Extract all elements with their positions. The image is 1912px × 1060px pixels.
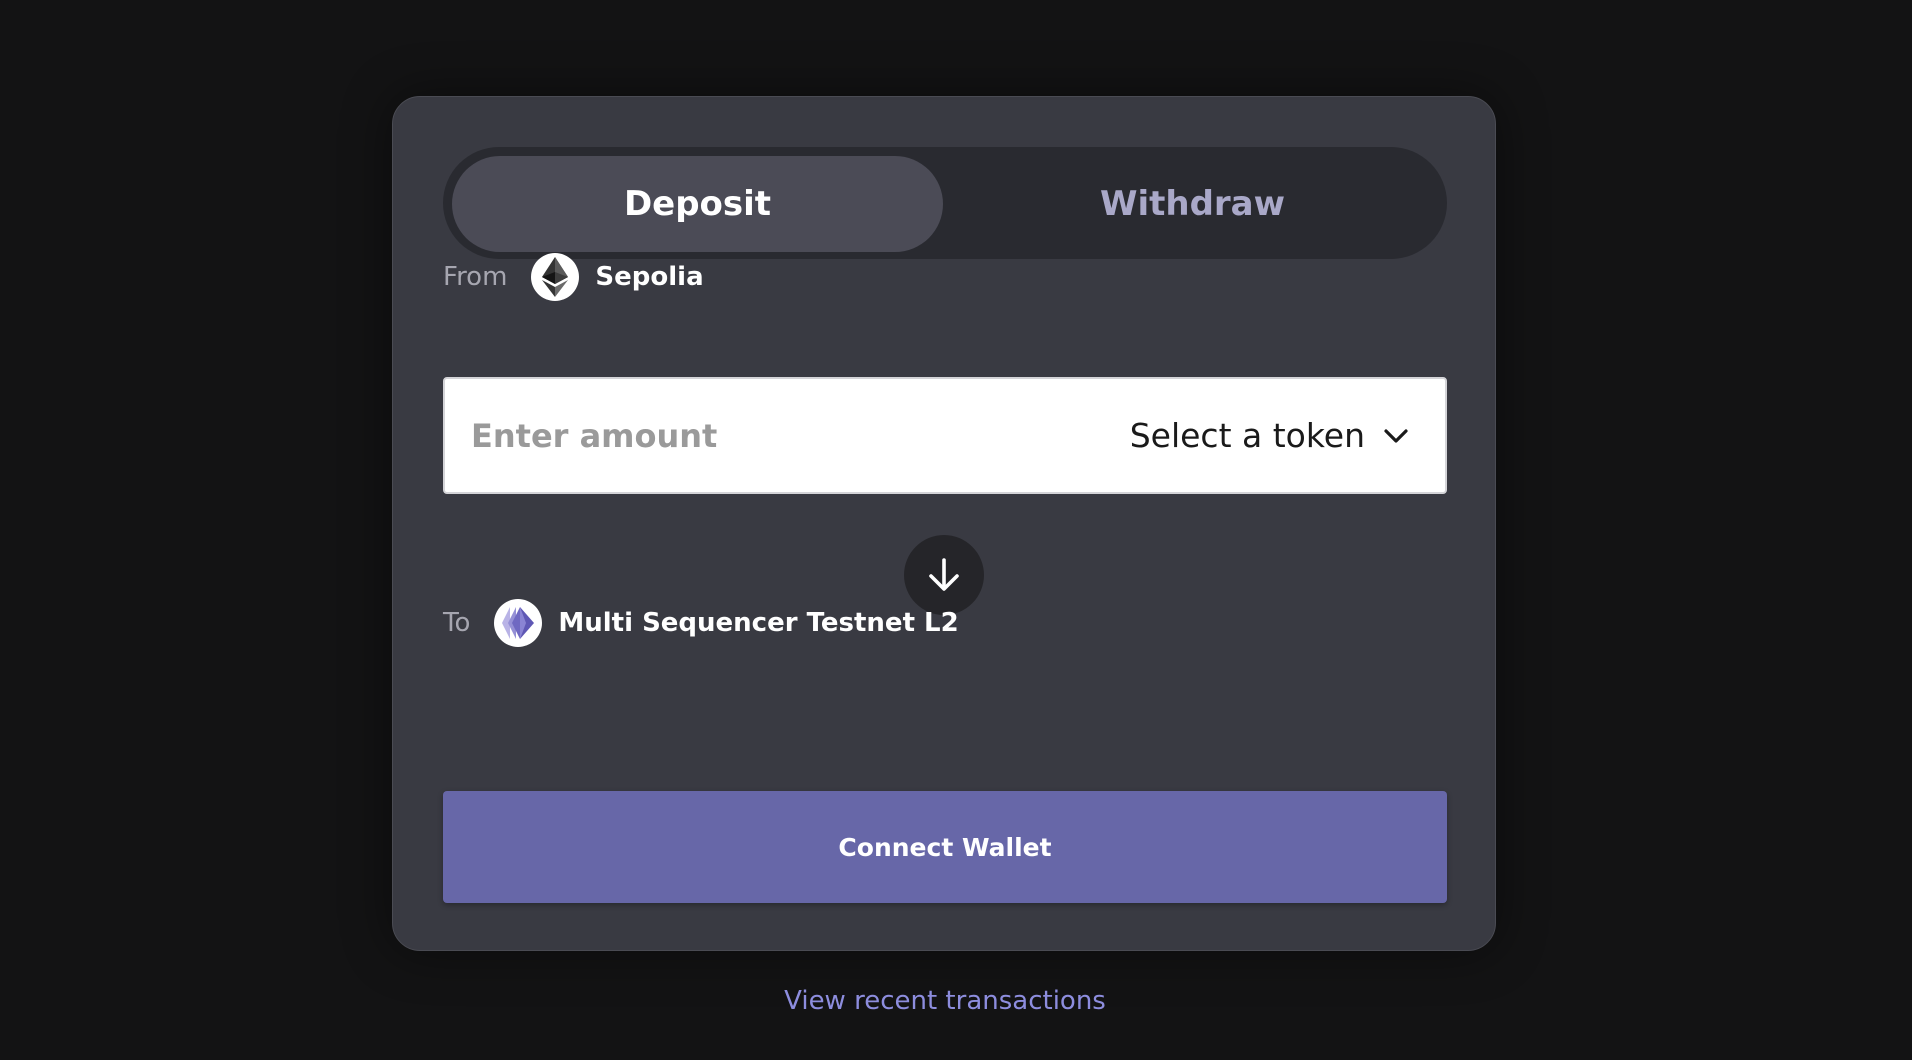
connect-wallet-button[interactable]: Connect Wallet <box>443 791 1447 903</box>
deposit-withdraw-tabs: Deposit Withdraw <box>443 147 1447 259</box>
to-network-name: Multi Sequencer Testnet L2 <box>558 608 959 638</box>
amount-panel: Select a token <box>443 377 1447 494</box>
ethereum-icon <box>531 253 580 301</box>
bridge-card: Deposit Withdraw From Sepolia Select a t… <box>392 96 1496 951</box>
to-label: To <box>443 608 471 638</box>
from-network-row: From Sepolia <box>443 253 704 301</box>
arrow-down-icon <box>924 555 964 595</box>
token-select-label: Select a token <box>1129 416 1365 455</box>
l2-network-icon <box>494 599 543 647</box>
token-select-dropdown[interactable]: Select a token <box>1130 416 1445 455</box>
chevron-down-icon <box>1383 428 1409 444</box>
view-recent-transactions-link[interactable]: View recent transactions <box>0 986 1890 1016</box>
tab-withdraw[interactable]: Withdraw <box>947 156 1438 252</box>
from-label: From <box>443 262 508 292</box>
tab-deposit[interactable]: Deposit <box>452 156 943 252</box>
from-network-name: Sepolia <box>595 262 704 292</box>
to-network-row: To Multi Sequencer Testnet L2 <box>443 599 959 647</box>
amount-input[interactable] <box>445 378 1130 493</box>
